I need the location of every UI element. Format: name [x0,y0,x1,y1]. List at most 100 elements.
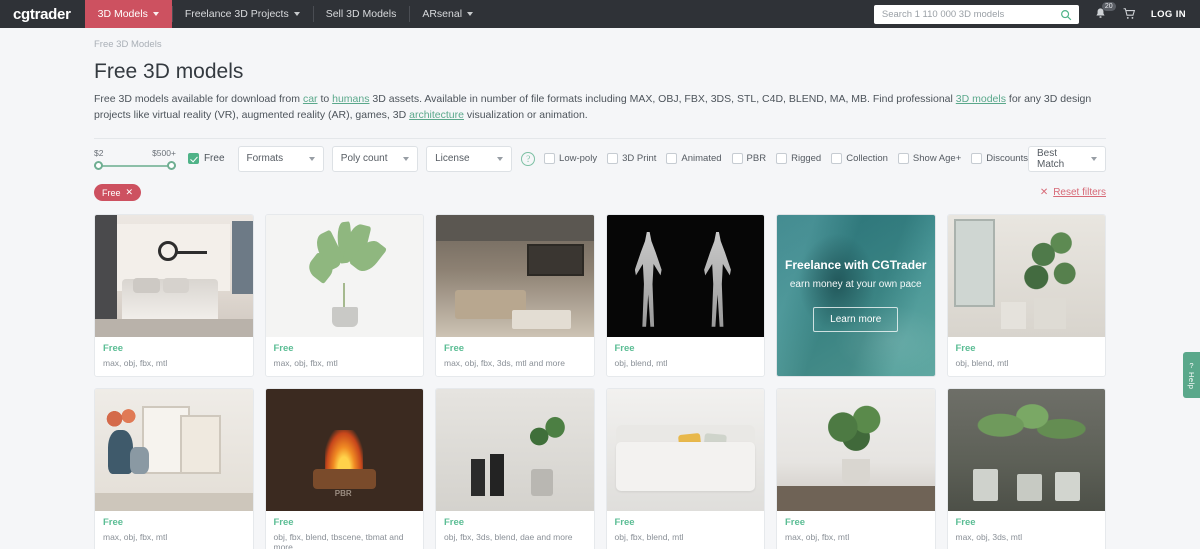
model-thumbnail[interactable] [947,388,1105,511]
model-card[interactable]: Free max, obj, 3ds, mtl [946,387,1106,549]
notifications-button[interactable]: 20 [1093,2,1116,21]
search-icon[interactable] [1060,8,1072,26]
cart-button[interactable] [1122,7,1137,21]
checkbox-icon[interactable] [544,153,556,165]
checkbox-icon[interactable] [666,153,678,165]
help-circle-icon[interactable]: ? [521,151,536,166]
checkbox-collection[interactable]: Collection [831,153,888,165]
model-thumbnail[interactable] [777,388,935,511]
model-thumbnail[interactable] [95,214,253,337]
promo-learn-more-button[interactable]: Learn more [813,307,899,333]
checkbox-icon-checked[interactable] [187,153,199,165]
model-card[interactable]: Free obj, blend, mtl [946,213,1106,377]
model-card[interactable]: Free max, obj, fbx, mtl [94,213,254,377]
link-humans[interactable]: humans [332,93,369,105]
checkbox-show-age[interactable]: Show Age+ [897,153,961,165]
promo-card-freelance[interactable]: Freelance with CGTrader earn money at yo… [776,213,936,377]
checkbox-discounts[interactable]: Discounts [971,153,1028,165]
model-thumbnail[interactable] [606,214,764,337]
slider-knob-max[interactable] [166,160,176,170]
free-checkbox[interactable]: Free [187,153,225,165]
login-button[interactable]: LOG IN [1151,9,1186,20]
model-thumbnail[interactable] [606,388,764,511]
filter-bar: $2 $500+ Free Formats Poly count License [94,139,1106,179]
checkbox-pbr[interactable]: PBR [731,153,766,165]
model-price: Free [614,516,635,528]
checkbox-icon[interactable] [971,153,983,165]
close-icon[interactable]: ✕ [126,187,134,198]
model-thumbnail[interactable] [436,388,594,511]
checkbox-label: Collection [846,153,888,165]
checkbox-low-poly[interactable]: Low-poly [544,153,597,165]
active-filter-chip-free[interactable]: Free ✕ [94,184,142,202]
slider-knob-min[interactable] [94,160,103,170]
link-3d-models[interactable]: 3D models [956,93,1006,105]
model-card[interactable]: Free obj, fbx, 3ds, blend, dae and more [435,387,595,549]
model-formats: obj, blend, mtl [614,357,668,368]
thumbnail-art-campfire: PBR [265,388,423,511]
logo[interactable]: cgtrader [0,0,85,28]
nav-item-freelance-3d-projects[interactable]: Freelance 3D Projects [171,0,313,28]
checkbox-label: Discounts [986,153,1028,165]
help-tab[interactable]: ? Help [1183,352,1200,398]
formats-dropdown[interactable]: Formats [237,145,324,172]
close-icon: ✕ [1039,187,1049,199]
desc-part-2: to [317,93,333,105]
reset-filters-button[interactable]: ✕ Reset filters [1040,187,1106,198]
price-slider[interactable] [94,160,176,172]
model-thumbnail[interactable]: PBR [265,388,423,511]
nav-item-sell-3d-models[interactable]: Sell 3D Models [312,0,410,28]
thumbnail-art-bedroom [95,214,253,337]
thumbnail-art-potted-bush [777,388,935,511]
breadcrumb[interactable]: Free 3D Models [94,28,1106,50]
desc-part-3: 3D assets. Available in number of file f… [369,93,956,105]
link-architecture[interactable]: architecture [409,109,464,121]
checkbox-3d-print[interactable]: 3D Print [607,153,656,165]
chevron-down-icon [497,156,504,161]
checkbox-label: Animated [681,153,722,165]
checkbox-icon[interactable] [731,153,743,165]
search-box[interactable] [873,4,1079,26]
search-input[interactable] [873,4,1079,24]
checkbox-rigged[interactable]: Rigged [776,153,821,165]
model-price: Free [444,516,465,528]
model-card[interactable]: Free max, obj, fbx, 3ds, mtl and more [435,213,595,377]
model-thumbnail[interactable] [265,214,423,337]
page-body: Free 3D Models Free 3D models Free 3D mo… [0,28,1200,549]
model-card[interactable]: Free obj, fbx, blend, mtl [605,387,765,549]
model-thumbnail[interactable] [947,214,1105,337]
model-formats: max, obj, fbx, 3ds, mtl and more [444,357,565,368]
checkbox-animated[interactable]: Animated [666,153,722,165]
checkbox-icon[interactable] [776,153,788,165]
nav-item-arsenal[interactable]: ARsenal [409,0,486,28]
model-meta: Free obj, fbx, 3ds, blend, dae and more [436,511,594,549]
model-card[interactable]: Free max, obj, fbx, mtl [776,387,936,549]
checkbox-icon[interactable] [897,153,909,165]
chevron-down-icon [293,12,300,16]
model-meta: Free obj, fbx, blend, mtl [607,511,765,549]
model-card[interactable]: PBR Free obj, fbx, blend, tbscene, tbmat… [264,387,424,549]
price-range-filter[interactable]: $2 $500+ [94,146,176,172]
license-dropdown[interactable]: License [426,145,513,172]
active-filters-row: Free ✕ ✕ Reset filters [94,179,1106,207]
link-car[interactable]: car [303,93,318,105]
thumbnail-art-vases-frames [95,388,253,511]
model-meta: Free obj, blend, mtl [607,337,765,376]
model-formats: obj, fbx, blend, tbscene, tbmat and more [273,531,404,549]
model-meta: Free max, obj, fbx, mtl [777,511,935,549]
model-card[interactable]: Free max, obj, fbx, mtl [264,213,424,377]
poly-count-dropdown[interactable]: Poly count [331,145,419,172]
model-meta: Free max, obj, fbx, mtl [266,337,424,376]
sort-dropdown[interactable]: Best Match [1028,145,1106,172]
model-card[interactable]: Free obj, blend, mtl [605,213,765,377]
checkbox-icon[interactable] [607,153,619,165]
header-actions: 20 LOG IN [873,0,1200,28]
thumbnail-art-monstera [947,214,1105,337]
nav-label: 3D Models [97,8,148,20]
checkbox-icon[interactable] [831,153,843,165]
nav-item-3d-models[interactable]: 3D Models [84,0,172,28]
model-thumbnail[interactable] [436,214,594,337]
model-formats: max, obj, fbx, mtl [785,531,850,542]
model-card[interactable]: Free max, obj, fbx, mtl [94,387,254,549]
model-thumbnail[interactable] [95,388,253,511]
